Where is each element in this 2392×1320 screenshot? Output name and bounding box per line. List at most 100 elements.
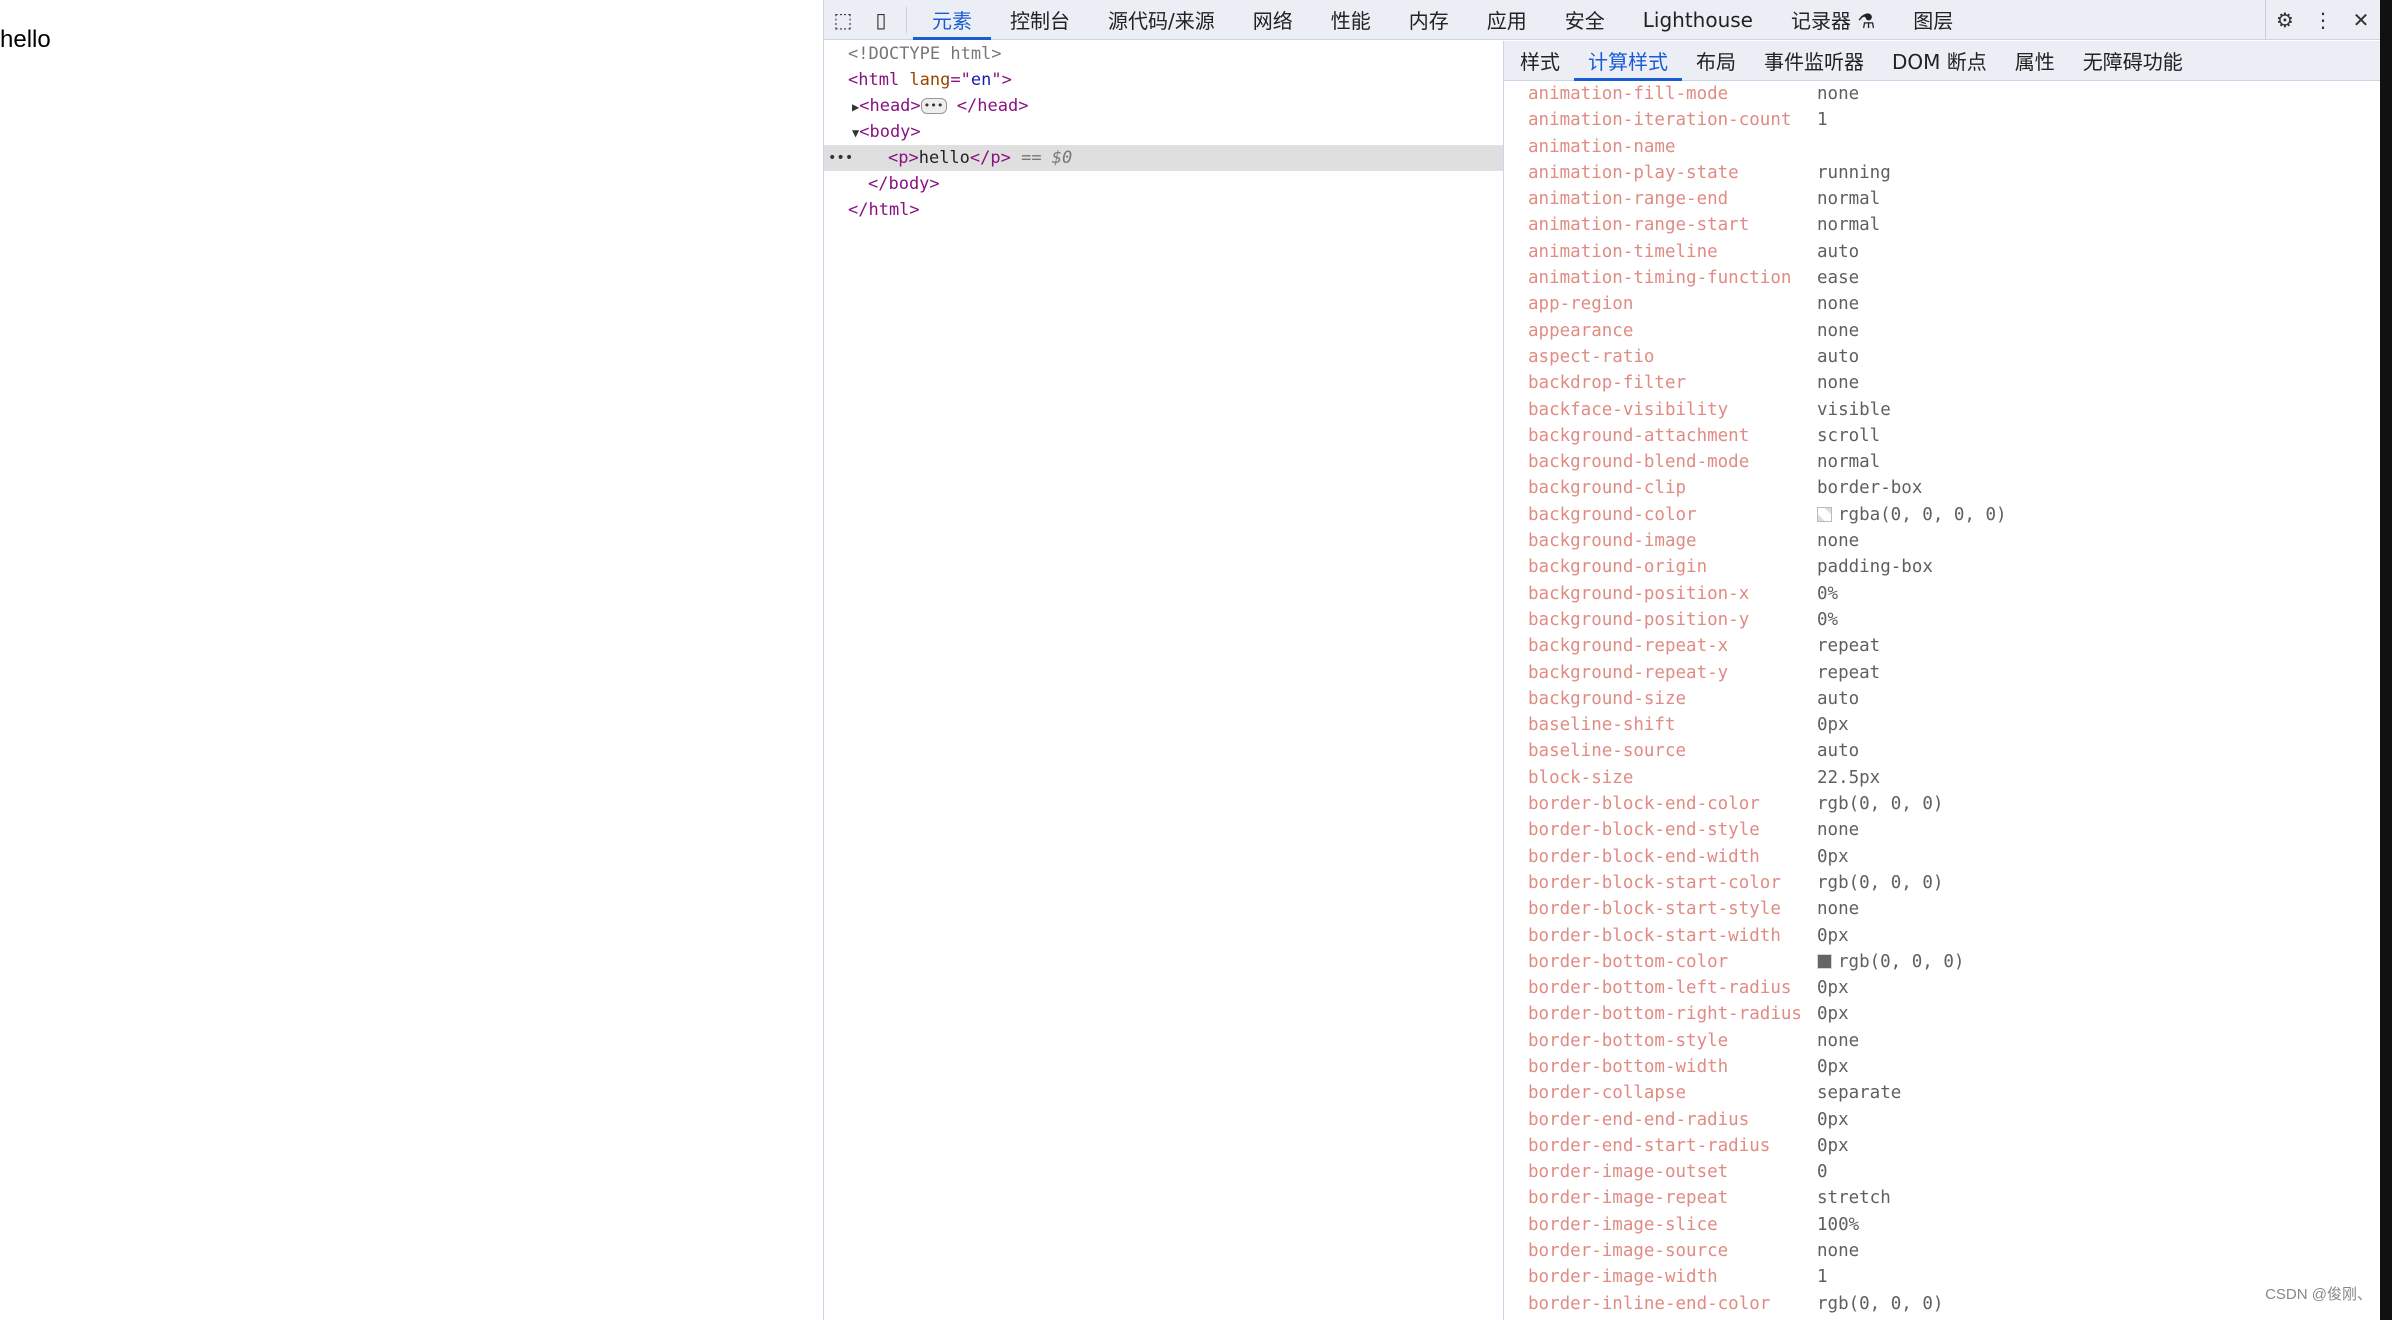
sidebar-tab-0[interactable]: 样式 [1506,41,1574,81]
property-name: border-end-start-radius [1528,1135,1771,1156]
property-row[interactable]: animation-range-end normal [1504,186,2380,212]
property-row[interactable]: border-bottom-style none [1504,1028,2380,1054]
property-row[interactable]: border-image-source none [1504,1238,2380,1264]
property-row[interactable]: animation-name [1504,134,2380,160]
property-name: border-block-start-color [1528,872,1781,893]
property-row[interactable]: border-bottom-right-radius 0px [1504,1001,2380,1027]
sidebar-tab-5[interactable]: 属性 [2001,41,2069,81]
property-row[interactable]: border-block-end-color rgb(0, 0, 0) [1504,791,2380,817]
property-value-cell: 1 [1817,107,1828,133]
property-value: auto [1817,241,1860,262]
inspect-element-icon[interactable]: ⬚ [824,0,862,40]
dom-body[interactable]: ▼<body> [824,119,1503,145]
tab-2[interactable]: 源代码/来源 [1089,0,1234,40]
property-name: border-bottom-right-radius [1528,1004,1802,1025]
property-value-cell: normal [1817,186,1880,212]
property-row[interactable]: animation-timing-function ease [1504,265,2380,291]
property-row[interactable]: background-clip border-box [1504,475,2380,501]
sidebar-tab-4[interactable]: DOM 断点 [1878,41,2001,81]
color-swatch-icon[interactable] [1817,954,1832,970]
property-row[interactable]: animation-timeline auto [1504,239,2380,265]
dom-body-close[interactable]: </body> [824,171,1503,197]
tab-3[interactable]: 网络 [1234,0,1312,40]
color-swatch-icon[interactable] [1817,507,1832,523]
property-row[interactable]: border-image-slice 100% [1504,1212,2380,1238]
more-dots-icon[interactable]: ••• [828,145,853,171]
property-row[interactable]: background-size auto [1504,686,2380,712]
property-row[interactable]: appearance none [1504,318,2380,344]
property-row[interactable]: background-color rgba(0, 0, 0, 0) [1504,502,2380,528]
property-row[interactable]: backface-visibility visible [1504,397,2380,423]
sidebar-tab-1[interactable]: 计算样式 [1574,41,1682,81]
property-row[interactable]: border-bottom-width 0px [1504,1054,2380,1080]
tab-1[interactable]: 控制台 [991,0,1089,40]
property-name: animation-play-state [1528,162,1739,183]
property-row[interactable]: animation-iteration-count 1 [1504,107,2380,133]
property-row[interactable]: baseline-source auto [1504,738,2380,764]
close-icon[interactable]: ✕ [2342,0,2380,40]
tab-0[interactable]: 元素 [913,0,991,40]
property-row[interactable]: border-bottom-left-radius 0px [1504,975,2380,1001]
gear-icon[interactable]: ⚙ [2266,0,2304,40]
property-row[interactable]: border-image-repeat stretch [1504,1185,2380,1211]
property-row[interactable]: aspect-ratio auto [1504,344,2380,370]
device-toolbar-icon[interactable]: ▯ [862,0,900,40]
property-value: 0px [1817,978,1849,999]
property-row[interactable]: border-block-start-style none [1504,896,2380,922]
more-options-icon[interactable]: ⋮ [2304,0,2342,40]
property-row[interactable]: baseline-shift 0px [1504,712,2380,738]
tab-7[interactable]: 安全 [1546,0,1624,40]
property-value: scroll [1817,425,1881,446]
property-row[interactable]: background-origin padding-box [1504,554,2380,580]
property-row[interactable]: animation-fill-mode none [1504,81,2380,107]
property-row[interactable]: border-block-end-width 0px [1504,844,2380,870]
sidebar-tab-6[interactable]: 无障碍功能 [2069,41,2197,81]
dom-html[interactable]: <html lang="en"> [824,67,1503,93]
property-value: separate [1817,1083,1902,1104]
property-name: backface-visibility [1528,399,1729,420]
property-row[interactable]: border-end-start-radius 0px [1504,1133,2380,1159]
property-value-cell: 0px [1817,923,1849,949]
property-value: 0px [1817,925,1849,946]
property-row[interactable]: background-repeat-y repeat [1504,660,2380,686]
property-name: background-position-x [1528,583,1750,604]
tab-5[interactable]: 内存 [1390,0,1468,40]
property-row[interactable]: border-block-start-width 0px [1504,923,2380,949]
property-row[interactable]: border-end-end-radius 0px [1504,1107,2380,1133]
property-row[interactable]: border-inline-end-color rgb(0, 0, 0) [1504,1291,2380,1317]
property-row[interactable]: border-collapse separate [1504,1080,2380,1106]
tab-10[interactable]: 图层 [1894,0,1972,40]
tab-4[interactable]: 性能 [1312,0,1390,40]
property-row[interactable]: border-bottom-color rgb(0, 0, 0) [1504,949,2380,975]
dom-html-close[interactable]: </html> [824,197,1503,223]
property-value-cell: repeat [1817,633,1880,659]
property-row[interactable]: block-size 22.5px [1504,765,2380,791]
property-value-cell: none [1817,291,1859,317]
dom-head[interactable]: ▶<head> ••• </head> [824,93,1503,119]
property-name: border-block-start-width [1528,925,1781,946]
ellipsis-icon[interactable]: ••• [920,98,947,114]
attr-name: lang [899,70,951,90]
property-name: background-position-y [1528,609,1750,630]
dom-doctype[interactable]: <!DOCTYPE html> [824,41,1503,67]
sidebar-tab-2[interactable]: 布局 [1682,41,1750,81]
property-row[interactable]: border-block-start-color rgb(0, 0, 0) [1504,870,2380,896]
property-row[interactable]: animation-range-start normal [1504,212,2380,238]
property-row[interactable]: background-position-x 0% [1504,581,2380,607]
property-row[interactable]: background-position-y 0% [1504,607,2380,633]
property-row[interactable]: background-image none [1504,528,2380,554]
property-row[interactable]: background-attachment scroll [1504,423,2380,449]
tab-8[interactable]: Lighthouse [1624,0,1772,40]
dom-p-selected[interactable]: ••• <p>hello</p> == $0 [824,145,1503,171]
property-row[interactable]: border-image-width 1 [1504,1264,2380,1290]
sidebar-tab-3[interactable]: 事件监听器 [1750,41,1878,81]
property-row[interactable]: backdrop-filter none [1504,370,2380,396]
property-row[interactable]: animation-play-state running [1504,160,2380,186]
tab-9[interactable]: 记录器 ⚗ [1772,0,1894,40]
tab-6[interactable]: 应用 [1468,0,1546,40]
property-row[interactable]: border-image-outset 0 [1504,1159,2380,1185]
property-row[interactable]: border-block-end-style none [1504,817,2380,843]
property-row[interactable]: background-blend-mode normal [1504,449,2380,475]
property-row[interactable]: background-repeat-x repeat [1504,633,2380,659]
property-row[interactable]: app-region none [1504,291,2380,317]
